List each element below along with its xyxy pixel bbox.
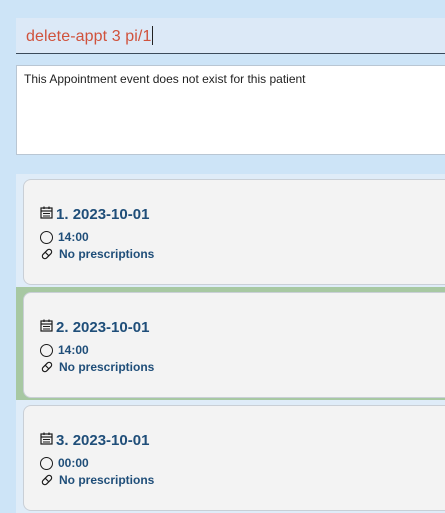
appointment-time: 14:00 [40, 343, 89, 357]
appointment-prescriptions-value: No prescriptions [59, 473, 155, 487]
appointment-prescriptions: No prescriptions [40, 247, 154, 261]
appointment-list[interactable]: 1. 2023-10-01 14:00 No prescriptions 2. … [16, 174, 445, 513]
appointment-index: 2. [56, 319, 69, 336]
appointment-date-value: 2023-10-01 [72, 319, 150, 336]
appointment-card[interactable]: 2. 2023-10-01 14:00 No prescriptions [23, 292, 445, 398]
clock-icon [40, 456, 53, 470]
appointment-prescriptions-value: No prescriptions [59, 360, 155, 374]
appointment-card[interactable]: 1. 2023-10-01 14:00 No prescriptions [23, 179, 445, 285]
pill-icon [41, 474, 53, 486]
clock-icon [40, 230, 53, 244]
appointment-date: 1. 2023-10-01 [40, 206, 149, 223]
appointment-time-value: 14:00 [58, 230, 89, 244]
appointment-date-value: 2023-10-01 [72, 206, 150, 223]
clock-icon [40, 343, 53, 357]
appointment-time-value: 00:00 [58, 456, 89, 470]
pill-icon [41, 248, 53, 260]
command-input-text: delete-appt 3 pi/1 [26, 28, 152, 45]
calendar-icon [40, 319, 53, 332]
appointment-index: 3. [56, 432, 69, 449]
appointment-prescriptions-value: No prescriptions [59, 247, 155, 261]
result-display[interactable]: This Appointment event does not exist fo… [16, 65, 445, 155]
pill-icon [41, 361, 53, 373]
appointment-row[interactable]: 3. 2023-10-01 00:00 No prescriptions [16, 400, 445, 513]
appointment-prescriptions: No prescriptions [40, 360, 154, 374]
calendar-icon [40, 206, 53, 219]
appointment-date: 2. 2023-10-01 [40, 319, 149, 336]
appointment-date: 3. 2023-10-01 [40, 432, 149, 449]
command-input[interactable]: delete-appt 3 pi/1 [26, 26, 154, 46]
appointment-prescriptions: No prescriptions [40, 473, 154, 487]
appointment-row[interactable]: 1. 2023-10-01 14:00 No prescriptions [16, 174, 445, 287]
calendar-icon [40, 432, 53, 445]
appointment-index: 1. [56, 206, 69, 223]
appointment-row-selected[interactable]: 2. 2023-10-01 14:00 No prescriptions [16, 287, 445, 400]
appointment-card[interactable]: 3. 2023-10-01 00:00 No prescriptions [23, 405, 445, 511]
appointment-date-value: 2023-10-01 [72, 432, 150, 449]
appointment-time-value: 14:00 [58, 343, 89, 357]
appointment-time: 00:00 [40, 456, 89, 470]
appointment-time: 14:00 [40, 230, 89, 244]
result-message: This Appointment event does not exist fo… [24, 72, 306, 86]
text-caret [152, 26, 154, 45]
command-box[interactable]: delete-appt 3 pi/1 [16, 18, 445, 54]
